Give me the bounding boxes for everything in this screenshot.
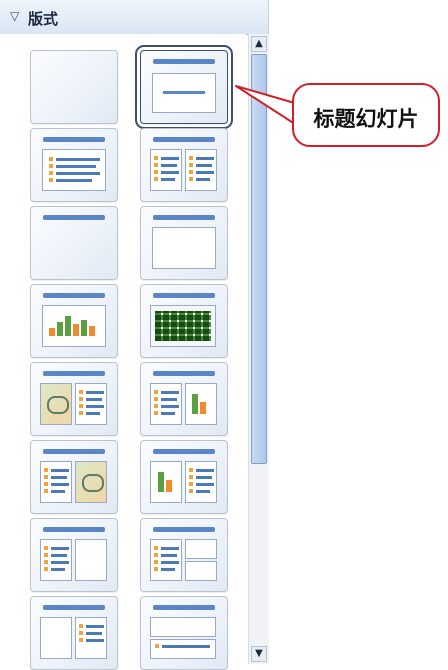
callout-label: 标题幻灯片 [313, 107, 419, 131]
callout-box: 标题幻灯片 [292, 83, 440, 147]
